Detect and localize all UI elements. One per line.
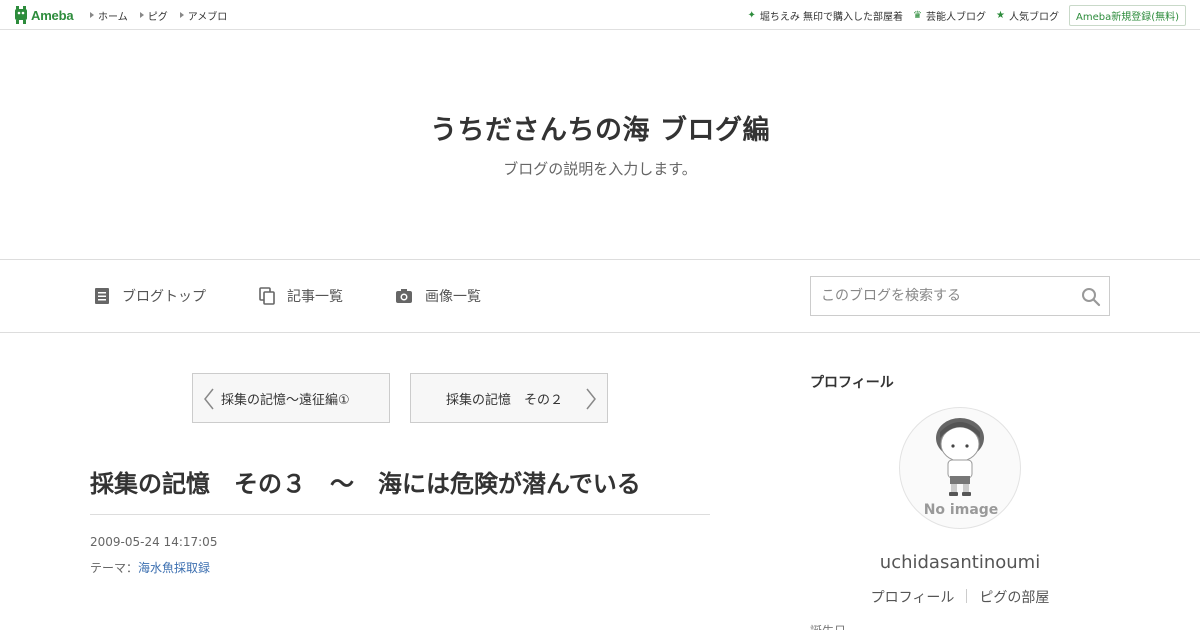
nav-article-list[interactable]: 記事一覧 (259, 286, 343, 306)
search-input[interactable] (811, 277, 1071, 315)
celebrity-blog-link[interactable]: ♛ 芸能人ブログ (913, 8, 986, 23)
triangle-right-icon (139, 12, 144, 18)
profile-link[interactable]: プロフィール (871, 587, 955, 607)
blog-description: ブログの説明を入力します。 (503, 160, 697, 178)
trending-link[interactable]: ✦ 堀ちえみ 無印で購入した部屋着 (747, 8, 903, 23)
prev-article-label: 採集の記憶～遠征編① (221, 392, 350, 408)
top-nav-label: ピグ (147, 11, 168, 23)
nav-article-list-label: 記事一覧 (287, 289, 343, 305)
top-nav-label: アメブロ (187, 11, 228, 23)
top-nav-pigg[interactable]: ピグ (139, 8, 168, 23)
triangle-right-icon (179, 12, 184, 18)
ameba-mascot-icon (15, 6, 27, 24)
triangle-right-icon (90, 12, 94, 18)
star-icon: ★ (996, 9, 1005, 21)
top-nav-label: ホーム (98, 11, 128, 23)
logo-text: Ameba (31, 7, 74, 23)
avatar[interactable]: No image (899, 407, 1021, 529)
next-article-label: 採集の記憶 その２ (446, 392, 564, 408)
chevron-left-icon (204, 388, 214, 410)
copy-icon (259, 287, 275, 305)
nav-blog-top[interactable]: ブログトップ (94, 286, 206, 306)
camera-icon (396, 289, 412, 303)
document-icon (95, 288, 109, 304)
nav-blog-top-label: ブログトップ (122, 289, 206, 305)
top-nav: ホーム ピグ アメブロ (90, 0, 239, 30)
nav-image-list-label: 画像一覧 (425, 289, 481, 305)
blog-title[interactable]: うちださんちの海 ブログ編 (0, 108, 1200, 147)
chevron-right-icon (586, 388, 596, 410)
profile-heading: プロフィール (810, 375, 894, 391)
trending-link-label: 堀ちえみ 無印で購入した部屋着 (759, 11, 904, 23)
search-icon[interactable] (1081, 287, 1101, 307)
article-theme: テーマ：海水魚採取録 (90, 559, 210, 576)
theme-prefix: テーマ： (90, 561, 139, 575)
crown-icon: ♛ (913, 9, 923, 21)
profile-birthday-label: 誕生日 (810, 622, 846, 630)
prev-article-button[interactable]: 採集の記憶～遠征編① (192, 373, 390, 423)
theme-link[interactable]: 海水魚採取録 (138, 561, 210, 575)
pigg-room-link[interactable]: ピグの部屋 (979, 587, 1049, 607)
top-right-links: ✦ 堀ちえみ 無印で購入した部屋着 ♛ 芸能人ブログ ★ 人気ブログ Ameba… (747, 0, 1186, 30)
ameba-logo[interactable]: Ameba (14, 6, 74, 24)
article-date: 2009-05-24 14:17:05 (90, 535, 218, 549)
top-nav-ameblo[interactable]: アメブロ (179, 8, 228, 23)
title-divider (90, 514, 710, 515)
top-nav-home[interactable]: ホーム (90, 8, 128, 23)
sparkle-icon: ✦ (747, 9, 756, 21)
top-bar: Ameba ホーム ピグ アメブロ ✦ 堀ちえみ 無印で購入した部屋着 ♛ 芸能… (0, 0, 1200, 30)
blog-search (810, 276, 1110, 316)
blog-nav: ブログトップ 記事一覧 画像一覧 (0, 259, 1200, 333)
link-separator (966, 589, 968, 603)
article-title[interactable]: 採集の記憶 その３ ～ 海には危険が潜んでいる (90, 464, 710, 499)
popular-blog-label: 人気ブログ (1008, 11, 1059, 23)
next-article-button[interactable]: 採集の記憶 その２ (410, 373, 608, 423)
avatar-text: No image (924, 502, 999, 518)
popular-blog-link[interactable]: ★ 人気ブログ (996, 8, 1059, 23)
default-avatar-icon: No image (924, 418, 999, 518)
signup-button[interactable]: Ameba新規登録(無料) (1068, 4, 1186, 26)
nav-image-list[interactable]: 画像一覧 (395, 286, 481, 306)
celebrity-blog-label: 芸能人ブログ (926, 11, 987, 23)
profile-username[interactable]: uchidasantinoumi (810, 552, 1110, 573)
profile-links: プロフィール ピグの部屋 (810, 587, 1110, 607)
